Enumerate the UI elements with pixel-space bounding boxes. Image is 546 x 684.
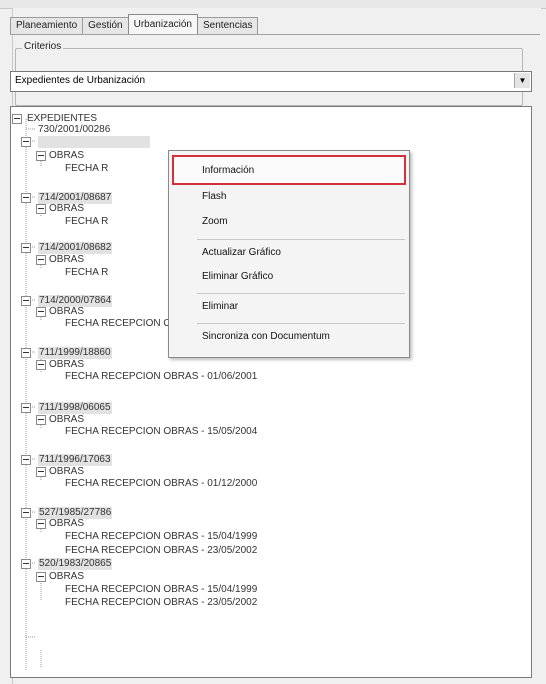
tree-node[interactable]: 711/1996/17063 bbox=[38, 454, 112, 466]
tree-node[interactable]: OBRAS bbox=[49, 203, 84, 215]
tab-strip-underline bbox=[10, 34, 540, 35]
criteria-select-value: Expedientes de Urbanización bbox=[15, 75, 146, 86]
collapse-icon[interactable] bbox=[21, 348, 31, 358]
tree-node[interactable]: FECHA R bbox=[65, 163, 108, 175]
menu-separator bbox=[197, 239, 405, 240]
collapse-icon[interactable] bbox=[36, 204, 46, 214]
collapse-icon[interactable] bbox=[36, 467, 46, 477]
chevron-down-icon[interactable]: ▼ bbox=[514, 73, 530, 88]
tree-node[interactable]: OBRAS bbox=[49, 254, 84, 266]
tab-strip: Planeamiento Gestión Urbanización Senten… bbox=[10, 14, 259, 34]
collapse-icon[interactable] bbox=[36, 572, 46, 582]
menu-item-informacion[interactable]: Información bbox=[202, 165, 254, 176]
tree-node-selected[interactable] bbox=[38, 136, 150, 148]
collapse-icon[interactable] bbox=[36, 151, 46, 161]
tree-node[interactable]: FECHA RECEPCION OBRAS - 23/05/2002 bbox=[65, 545, 257, 557]
tree-node[interactable]: OBRAS bbox=[49, 571, 84, 583]
criteria-select[interactable]: Expedientes de Urbanización ▼ bbox=[10, 71, 532, 92]
tree-node[interactable]: OBRAS bbox=[49, 359, 84, 371]
collapse-icon[interactable] bbox=[36, 307, 46, 317]
menu-item-sincroniza[interactable]: Sincroniza con Documentum bbox=[202, 331, 330, 342]
tree-node[interactable]: 520/1983/20865 bbox=[38, 558, 113, 570]
menu-item-eliminar[interactable]: Eliminar bbox=[202, 301, 238, 312]
collapse-icon[interactable] bbox=[36, 415, 46, 425]
collapse-icon[interactable] bbox=[21, 296, 31, 306]
tree-node[interactable]: OBRAS bbox=[49, 518, 84, 530]
tab-planeamiento[interactable]: Planeamiento bbox=[10, 17, 84, 34]
tree-node[interactable]: OBRAS bbox=[49, 306, 84, 318]
tree-node[interactable]: FECHA RECEPCION OBRAS - 15/05/2004 bbox=[65, 426, 257, 438]
collapse-icon[interactable] bbox=[21, 508, 31, 518]
collapse-icon[interactable] bbox=[36, 519, 46, 529]
tab-sentencias[interactable]: Sentencias bbox=[197, 17, 259, 34]
collapse-icon[interactable] bbox=[21, 559, 31, 569]
tree-node[interactable]: FECHA RECEPCION OBRAS - 15/04/1999 bbox=[65, 531, 257, 543]
tree-node[interactable]: 730/2001/00286 bbox=[38, 124, 110, 136]
tree-node[interactable]: FECHA RECEPCION OBRAS - 01/06/2001 bbox=[65, 371, 257, 383]
context-menu: Información Flash Zoom Actualizar Gráfic… bbox=[168, 150, 410, 358]
menu-item-eliminar-grafico[interactable]: Eliminar Gráfico bbox=[202, 271, 273, 282]
tree-node[interactable]: OBRAS bbox=[49, 414, 84, 426]
tree-node[interactable]: 711/1999/18860 bbox=[38, 347, 112, 359]
menu-separator bbox=[197, 293, 405, 294]
collapse-icon[interactable] bbox=[21, 193, 31, 203]
collapse-icon[interactable] bbox=[36, 255, 46, 265]
menu-item-zoom[interactable]: Zoom bbox=[202, 216, 228, 227]
menu-item-actualizar-grafico[interactable]: Actualizar Gráfico bbox=[202, 247, 281, 258]
collapse-icon[interactable] bbox=[21, 403, 31, 413]
tree-node[interactable]: FECHA R bbox=[65, 216, 108, 228]
collapse-icon[interactable] bbox=[21, 455, 31, 465]
tree-node[interactable]: OBRAS bbox=[49, 150, 84, 162]
tree-node[interactable]: FECHA R bbox=[65, 267, 108, 279]
collapse-icon[interactable] bbox=[36, 360, 46, 370]
tree-node[interactable]: 711/1998/06065 bbox=[38, 402, 112, 414]
menu-separator bbox=[197, 323, 405, 324]
tab-urbanizacion[interactable]: Urbanización bbox=[127, 14, 198, 34]
menu-item-flash[interactable]: Flash bbox=[202, 191, 226, 202]
tab-gestion[interactable]: Gestión bbox=[82, 17, 129, 34]
collapse-icon[interactable] bbox=[21, 137, 31, 147]
tree-node[interactable]: 714/2001/08682 bbox=[38, 242, 113, 254]
tree-node[interactable]: FECHA RECEPCION OBRAS - 15/04/1999 bbox=[65, 584, 257, 596]
collapse-icon[interactable] bbox=[21, 243, 31, 253]
tree-node[interactable]: FECHA RECEPCION OBRAS - 01/12/2000 bbox=[65, 478, 257, 490]
tree-node[interactable]: FECHA RECEPCION OBRAS - 23/05/2002 bbox=[65, 597, 257, 609]
collapse-icon[interactable] bbox=[12, 114, 22, 124]
tree-node[interactable]: OBRAS bbox=[49, 466, 84, 478]
criteria-legend: Criterios bbox=[22, 41, 64, 52]
